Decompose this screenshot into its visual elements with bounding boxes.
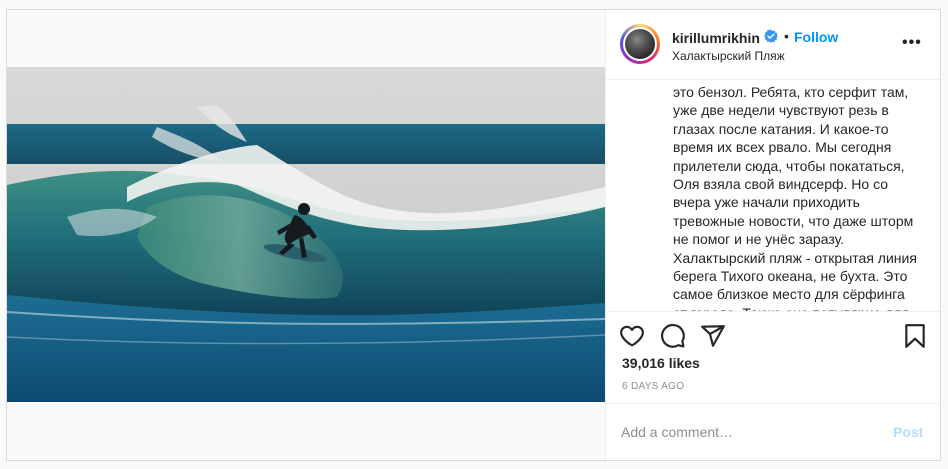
avatar[interactable] xyxy=(620,24,660,64)
post-caption: это бензол. Ребята, кто серфит там, уже … xyxy=(673,84,917,311)
bookmark-icon[interactable] xyxy=(902,323,928,349)
username-link[interactable]: kirillumrikhin xyxy=(672,30,760,46)
post-side-panel: kirillumrikhin • Follow Халактырский Пля… xyxy=(605,10,940,460)
post-media xyxy=(7,10,605,460)
comment-input[interactable] xyxy=(621,421,871,443)
more-options-icon[interactable]: ••• xyxy=(902,34,922,52)
post-photo[interactable] xyxy=(7,67,605,402)
header-separator: • xyxy=(784,28,789,44)
instagram-post: kirillumrikhin • Follow Халактырский Пля… xyxy=(6,9,941,461)
action-bar xyxy=(606,315,940,355)
follow-button[interactable]: Follow xyxy=(794,29,838,45)
avatar-image xyxy=(623,27,657,61)
caption-scroll-area[interactable]: это бензол. Ребята, кто серфит там, уже … xyxy=(606,80,940,312)
likes-count[interactable]: 39,016 likes xyxy=(622,355,700,371)
share-icon[interactable] xyxy=(700,323,726,349)
post-comment-button[interactable]: Post xyxy=(893,424,923,440)
heart-icon[interactable] xyxy=(619,323,645,349)
comment-bar: Post xyxy=(606,403,940,460)
post-header: kirillumrikhin • Follow Халактырский Пля… xyxy=(606,10,940,80)
location-link[interactable]: Халактырский Пляж xyxy=(672,49,785,63)
surf-photo-illustration xyxy=(7,67,605,402)
post-timestamp[interactable]: 6 DAYS AGO xyxy=(622,381,684,392)
comment-icon[interactable] xyxy=(660,323,686,349)
verified-badge-icon xyxy=(764,29,778,43)
